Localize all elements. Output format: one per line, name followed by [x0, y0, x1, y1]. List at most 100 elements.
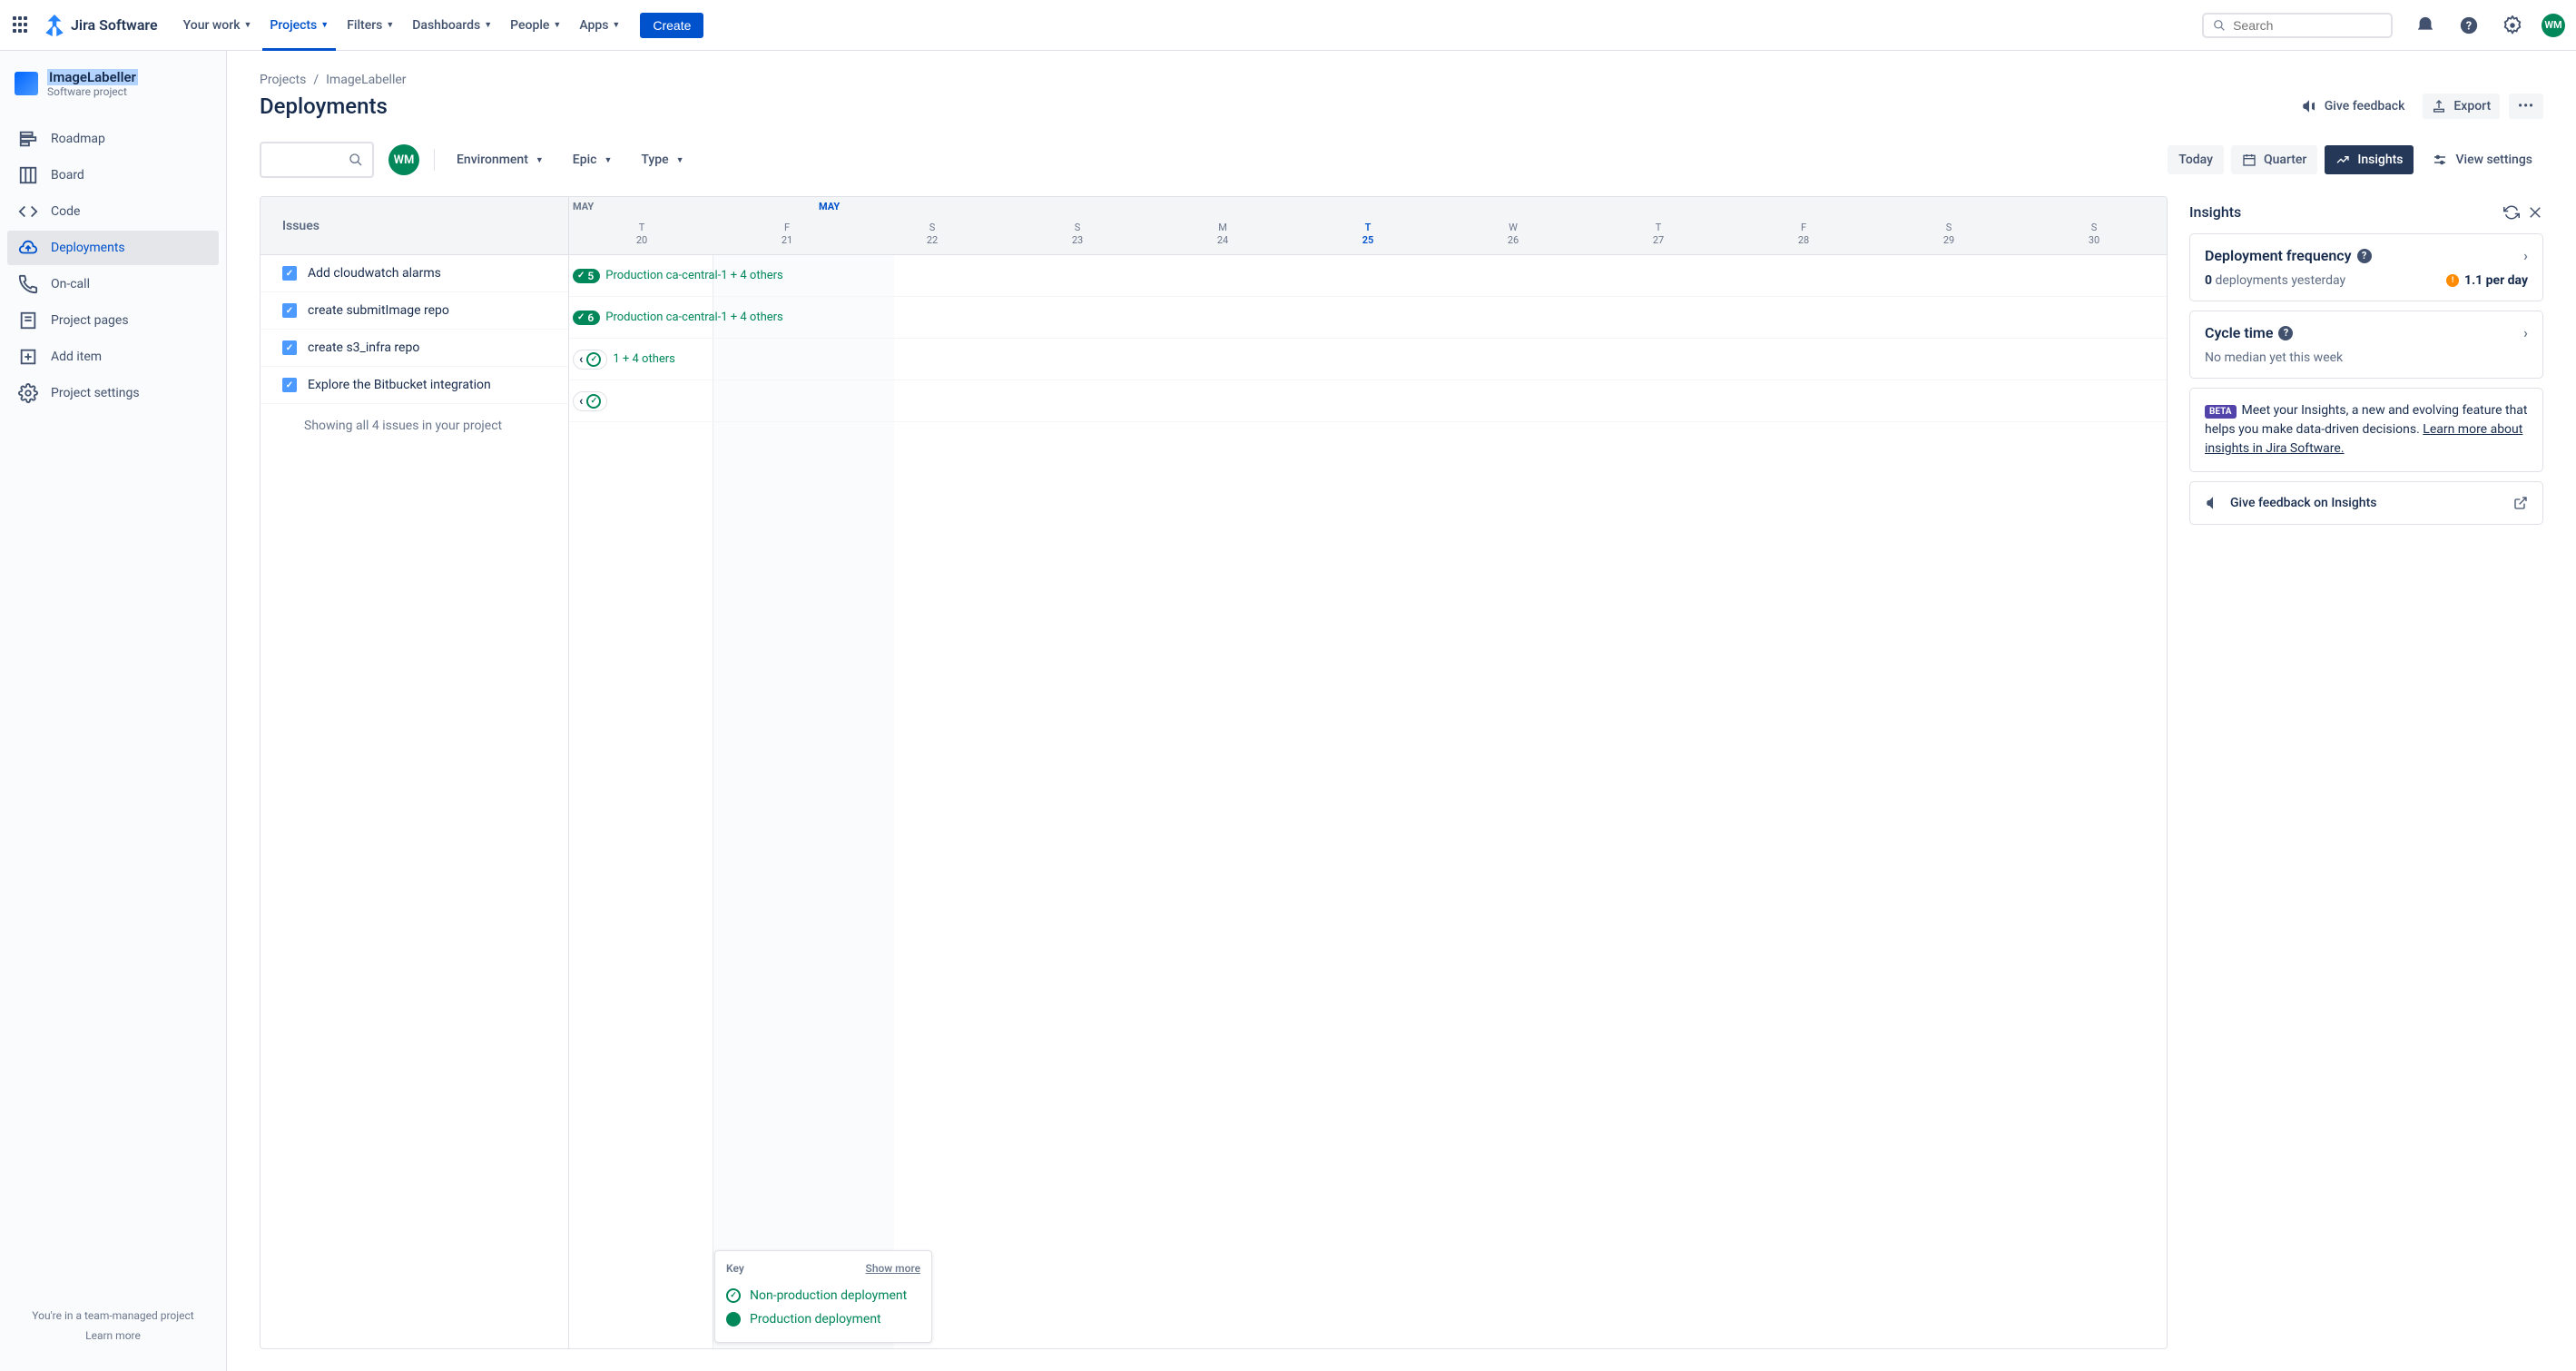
- project-header[interactable]: ImageLabeller Software project: [7, 69, 219, 116]
- nav-items: Your work▼ Projects▼ Filters▼ Dashboards…: [176, 13, 704, 38]
- search-box[interactable]: [2202, 13, 2393, 38]
- cycle-time-card[interactable]: Cycle time?› No median yet this week: [2189, 311, 2543, 379]
- day-column: F21: [714, 212, 860, 254]
- type-filter[interactable]: Type▼: [634, 147, 691, 173]
- help-icon: ?: [2278, 326, 2293, 340]
- top-navigation: Jira Software Your work▼ Projects▼ Filte…: [0, 0, 2576, 51]
- nav-your-work[interactable]: Your work▼: [176, 13, 260, 38]
- nav-dashboards[interactable]: Dashboards▼: [405, 13, 499, 38]
- export-icon: [2432, 99, 2446, 113]
- deployment-row[interactable]: ‹ 1 + 4 others: [569, 339, 2167, 380]
- sidebar-code[interactable]: Code: [7, 194, 219, 229]
- more-button[interactable]: •••: [2509, 94, 2543, 119]
- nav-people[interactable]: People▼: [503, 13, 568, 38]
- day-column: M24: [1150, 212, 1295, 254]
- issue-search[interactable]: [260, 142, 374, 178]
- notifications-icon[interactable]: [2411, 11, 2440, 40]
- chevron-left-icon: ‹: [579, 352, 583, 367]
- epic-filter[interactable]: Epic▼: [565, 147, 620, 173]
- key-prod: Production deployment: [726, 1307, 920, 1331]
- view-settings-button[interactable]: View settings: [2421, 144, 2543, 175]
- issue-row[interactable]: create s3_infra repo: [261, 330, 568, 367]
- breadcrumb-project[interactable]: ImageLabeller: [326, 73, 406, 87]
- sidebar-add-item[interactable]: Add item: [7, 340, 219, 374]
- project-icon: [15, 72, 38, 95]
- app-switcher-icon[interactable]: [11, 15, 33, 36]
- chevron-right-icon: ›: [2523, 247, 2528, 264]
- day-column: W26: [1440, 212, 1586, 254]
- issues-column-header: Issues: [261, 197, 568, 255]
- chevron-left-icon: ‹: [579, 394, 583, 409]
- create-button[interactable]: Create: [640, 13, 703, 38]
- search-icon: [2213, 18, 2226, 33]
- deploy-text: Production ca-central-1 + 4 others: [605, 311, 783, 324]
- help-icon[interactable]: ?: [2454, 11, 2483, 40]
- nav-apps[interactable]: Apps▼: [572, 13, 627, 38]
- deploy-pill: ‹: [573, 391, 607, 411]
- deployment-frequency-card[interactable]: Deployment frequency?› 0 deployments yes…: [2189, 233, 2543, 301]
- feedback-insights-card[interactable]: Give feedback on Insights: [2189, 481, 2543, 525]
- day-column: S23: [1005, 212, 1150, 254]
- deploy-pill: ‹: [573, 350, 607, 370]
- logo[interactable]: Jira Software: [44, 15, 158, 36]
- nav-filters[interactable]: Filters▼: [339, 13, 401, 38]
- megaphone-icon: [2205, 495, 2221, 511]
- day-column: F28: [1731, 212, 1876, 254]
- show-more-link[interactable]: Show more: [866, 1262, 920, 1275]
- sidebar-project-pages[interactable]: Project pages: [7, 303, 219, 338]
- issue-row[interactable]: Add cloudwatch alarms: [261, 255, 568, 292]
- calendar-icon: [2242, 153, 2256, 167]
- export-button[interactable]: Export: [2423, 94, 2500, 119]
- day-column: S30: [2021, 212, 2167, 254]
- search-icon: [349, 153, 363, 167]
- nav-projects[interactable]: Projects▼: [262, 13, 336, 38]
- breadcrumb-projects[interactable]: Projects: [260, 73, 306, 87]
- main-content: Projects / ImageLabeller Deployments Giv…: [227, 51, 2576, 1371]
- megaphone-icon: [2301, 98, 2317, 114]
- deployment-row[interactable]: ‹: [569, 380, 2167, 422]
- logo-text: Jira Software: [71, 16, 158, 34]
- insights-button[interactable]: Insights: [2325, 145, 2414, 174]
- task-icon: [282, 266, 297, 281]
- chevron-right-icon: ›: [2523, 324, 2528, 341]
- svg-text:?: ?: [2466, 19, 2472, 33]
- breadcrumb: Projects / ImageLabeller: [260, 73, 2543, 87]
- day-column: S22: [860, 212, 1005, 254]
- insights-panel: Insights Deployment frequency?› 0 deploy…: [2189, 196, 2543, 1349]
- issue-summary: create submitImage repo: [308, 303, 449, 318]
- day-column: T20: [569, 212, 714, 254]
- close-icon[interactable]: [2527, 204, 2543, 221]
- quarter-button[interactable]: Quarter: [2231, 145, 2317, 174]
- check-icon: [586, 352, 601, 367]
- deployment-row[interactable]: 5Production ca-central-1 + 4 others: [569, 255, 2167, 297]
- learn-more-link[interactable]: Learn more: [18, 1329, 208, 1342]
- project-type: Software project: [47, 85, 138, 98]
- refresh-icon[interactable]: [2503, 204, 2520, 221]
- showing-text: Showing all 4 issues in your project: [261, 404, 568, 448]
- jira-logo-icon: [44, 15, 65, 36]
- issue-row[interactable]: create submitImage repo: [261, 292, 568, 330]
- deployment-row[interactable]: 6 Production ca-central-1 + 4 others: [569, 297, 2167, 339]
- sidebar-deployments[interactable]: Deployments: [7, 231, 219, 265]
- filters-row: WM Environment▼ Epic▼ Type▼ Today Quarte…: [260, 142, 2543, 178]
- search-input[interactable]: [2233, 18, 2382, 33]
- timeline: Issues Add cloudwatch alarms create submi…: [260, 196, 2168, 1349]
- chart-icon: [2335, 153, 2350, 167]
- sidebar-roadmap[interactable]: Roadmap: [7, 122, 219, 156]
- today-button[interactable]: Today: [2168, 145, 2224, 174]
- deploy-text: 1 + 4 others: [613, 352, 675, 366]
- sidebar-footer: You're in a team-managed project Learn m…: [7, 1298, 219, 1353]
- sidebar-project-settings[interactable]: Project settings: [7, 376, 219, 410]
- sidebar-board[interactable]: Board: [7, 158, 219, 192]
- user-avatar[interactable]: WM: [2542, 14, 2565, 37]
- sidebar-oncall[interactable]: On-call: [7, 267, 219, 301]
- environment-filter[interactable]: Environment▼: [449, 147, 551, 173]
- settings-icon[interactable]: [2498, 11, 2527, 40]
- issue-row[interactable]: Explore the Bitbucket integration: [261, 367, 568, 404]
- deploy-count-badge: 6: [573, 311, 600, 325]
- task-icon: [282, 303, 297, 318]
- assignee-filter-avatar[interactable]: WM: [388, 144, 419, 175]
- issue-summary: Add cloudwatch alarms: [308, 266, 441, 281]
- give-feedback-button[interactable]: Give feedback: [2292, 93, 2414, 120]
- deploy-count-badge: 5: [573, 269, 600, 283]
